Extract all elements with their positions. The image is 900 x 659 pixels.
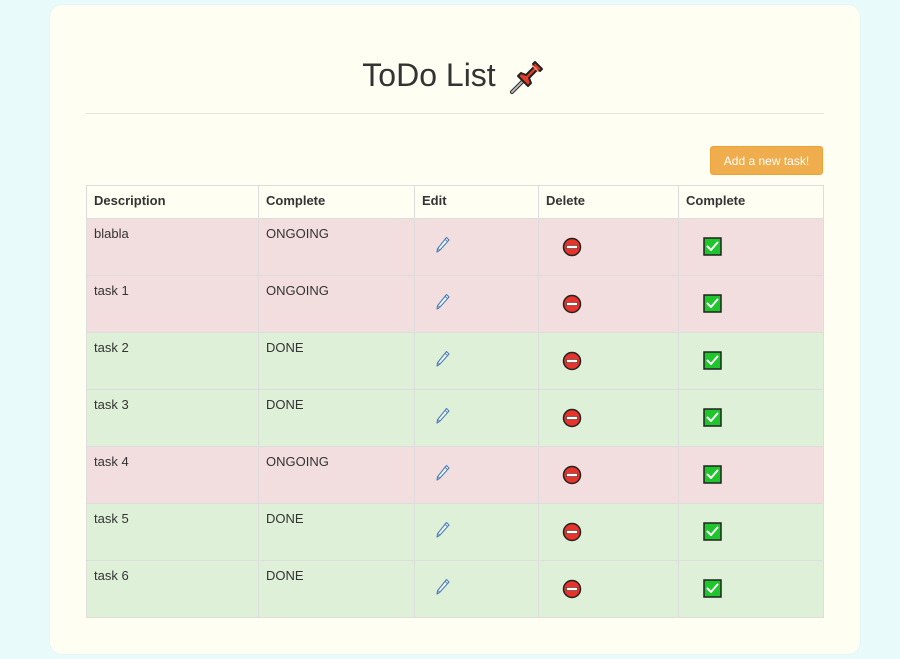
delete-cell [538,275,679,333]
no-entry-icon[interactable] [562,579,582,599]
check-box-icon[interactable] [703,351,722,370]
header-complete-action: Complete [678,185,824,219]
table-header-row: Description Complete Edit Delete Complet… [86,185,824,219]
task-description: task 3 [86,389,259,447]
check-box-icon[interactable] [703,465,722,484]
no-entry-icon[interactable] [562,465,582,485]
pencil-icon[interactable] [435,350,451,368]
check-box-icon[interactable] [703,408,722,427]
complete-cell [678,218,824,276]
delete-cell [538,332,679,390]
task-status: ONGOING [258,218,415,276]
task-status: ONGOING [258,446,415,504]
edit-cell [414,332,539,390]
pushpin-icon [508,56,548,96]
todo-table: Description Complete Edit Delete Complet… [86,185,824,618]
add-task-button[interactable]: Add a new task! [710,146,823,175]
table-row: blabla ONGOING [86,218,824,276]
table-row: task 5 DONE [86,503,824,561]
no-entry-icon[interactable] [562,408,582,428]
task-description: task 5 [86,503,259,561]
task-description: task 2 [86,332,259,390]
pencil-icon[interactable] [435,464,451,482]
header-edit: Edit [414,185,539,219]
header-complete-status: Complete [258,185,415,219]
todo-card: ToDo List Add a new task! Description Co… [50,5,860,654]
pencil-icon[interactable] [435,578,451,596]
edit-cell [414,275,539,333]
edit-cell [414,560,539,618]
edit-cell [414,503,539,561]
pencil-icon[interactable] [435,521,451,539]
task-description: task 1 [86,275,259,333]
check-box-icon[interactable] [703,579,722,598]
no-entry-icon[interactable] [562,237,582,257]
delete-cell [538,389,679,447]
table-row: task 3 DONE [86,389,824,447]
task-status: DONE [258,560,415,618]
check-box-icon[interactable] [703,294,722,313]
delete-cell [538,503,679,561]
complete-cell [678,446,824,504]
pencil-icon[interactable] [435,293,451,311]
task-description: task 4 [86,446,259,504]
table-row: task 2 DONE [86,332,824,390]
delete-cell [538,446,679,504]
task-status: DONE [258,389,415,447]
complete-cell [678,275,824,333]
task-description: task 6 [86,560,259,618]
page-header: ToDo List [86,5,824,114]
complete-cell [678,332,824,390]
no-entry-icon[interactable] [562,351,582,371]
table-row: task 1 ONGOING [86,275,824,333]
task-status: ONGOING [258,275,415,333]
check-box-icon[interactable] [703,237,722,256]
page-title-text: ToDo List [362,57,496,93]
complete-cell [678,560,824,618]
pencil-icon[interactable] [435,407,451,425]
page-title: ToDo List [362,56,547,96]
edit-cell [414,389,539,447]
delete-cell [538,218,679,276]
complete-cell [678,503,824,561]
edit-cell [414,446,539,504]
complete-cell [678,389,824,447]
header-description: Description [86,185,259,219]
check-box-icon[interactable] [703,522,722,541]
task-status: DONE [258,503,415,561]
header-delete: Delete [538,185,679,219]
edit-cell [414,218,539,276]
task-status: DONE [258,332,415,390]
delete-cell [538,560,679,618]
table-row: task 4 ONGOING [86,446,824,504]
no-entry-icon[interactable] [562,522,582,542]
table-row: task 6 DONE [86,560,824,618]
task-description: blabla [86,218,259,276]
no-entry-icon[interactable] [562,294,582,314]
pencil-icon[interactable] [435,236,451,254]
